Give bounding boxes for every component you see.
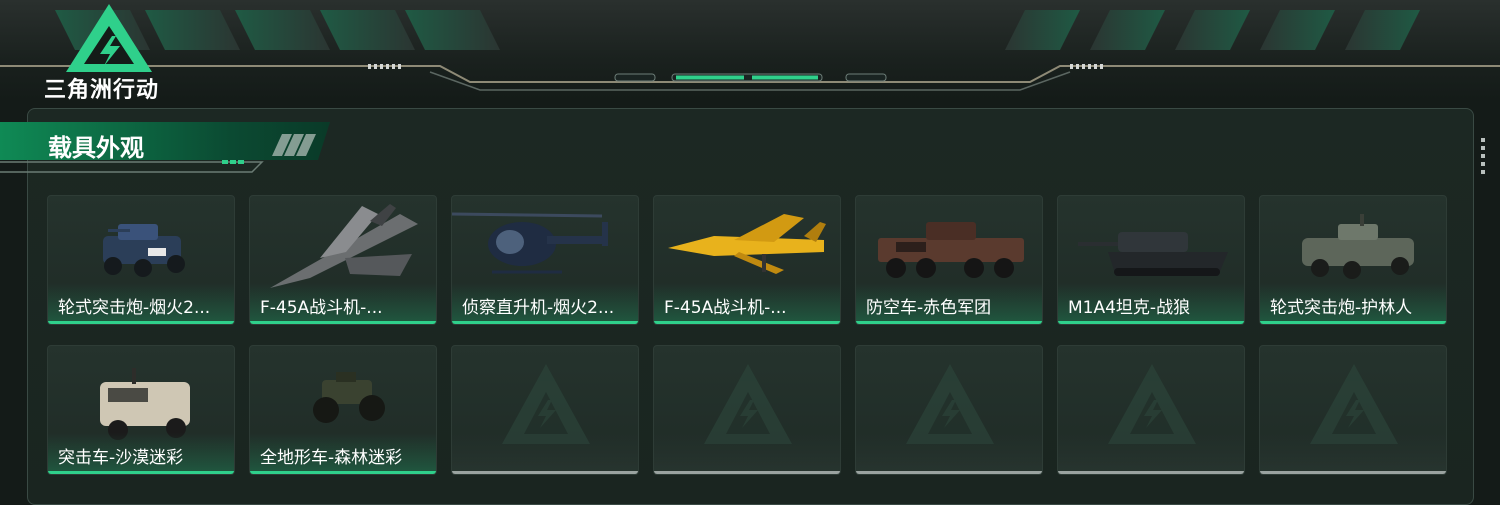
- vehicle-card[interactable]: F-45A战斗机-...: [249, 195, 437, 325]
- slot-bar: [1058, 471, 1244, 474]
- rarity-bar: [48, 471, 234, 474]
- label-background: [654, 433, 840, 471]
- scroll-indicator[interactable]: [1481, 138, 1485, 178]
- empty-slot[interactable]: [855, 345, 1043, 475]
- vehicle-label: M1A4坦克-战狼: [1068, 298, 1191, 318]
- rarity-bar: [250, 471, 436, 474]
- vehicle-card[interactable]: 突击车-沙漠迷彩: [47, 345, 235, 475]
- vehicle-label: 全地形车-森林迷彩: [260, 448, 403, 468]
- slot-bar: [654, 471, 840, 474]
- atv-icon: [313, 372, 385, 423]
- vehicle-label: 侦察直升机-烟火2...: [462, 298, 615, 318]
- vehicle-label: 轮式突击炮-烟火2...: [58, 298, 211, 318]
- rarity-bar: [1058, 321, 1244, 324]
- vehicle-card[interactable]: 轮式突击炮-烟火2...: [47, 195, 235, 325]
- vehicle-label: F-45A战斗机-...: [664, 298, 787, 318]
- section-title: 载具外观: [48, 134, 144, 162]
- anti-air-vehicle-icon: [878, 222, 1024, 278]
- vehicle-label: 突击车-沙漠迷彩: [58, 448, 184, 468]
- vehicle-card[interactable]: 防空车-赤色军团: [855, 195, 1043, 325]
- rarity-bar: [250, 321, 436, 324]
- vehicle-card[interactable]: M1A4坦克-战狼: [1057, 195, 1245, 325]
- vehicle-card[interactable]: 侦察直升机-烟火2...: [451, 195, 639, 325]
- rarity-bar: [856, 321, 1042, 324]
- label-background: [856, 433, 1042, 471]
- slot-bar: [452, 471, 638, 474]
- empty-slot[interactable]: [1259, 345, 1447, 475]
- assault-vehicle-icon: [100, 368, 190, 440]
- wheeled-assault-gun-icon: [1302, 214, 1414, 279]
- empty-slot[interactable]: [451, 345, 639, 475]
- label-background: [1058, 433, 1244, 471]
- label-background: [452, 433, 638, 471]
- vehicle-card[interactable]: F-45A战斗机-...: [653, 195, 841, 325]
- vehicle-card[interactable]: 轮式突击炮-护林人: [1259, 195, 1447, 325]
- header-frame: [0, 64, 1500, 91]
- scout-helicopter-icon: [452, 212, 608, 274]
- slot-bar: [1260, 471, 1446, 474]
- rarity-bar: [48, 321, 234, 324]
- game-logo-text: 三角洲行动: [44, 78, 160, 103]
- slot-bar: [856, 471, 1042, 474]
- empty-slot[interactable]: [1057, 345, 1245, 475]
- wheeled-assault-gun-icon: [103, 224, 185, 277]
- rarity-bar: [1260, 321, 1446, 324]
- vehicle-card[interactable]: 全地形车-森林迷彩: [249, 345, 437, 475]
- rarity-bar: [654, 321, 840, 324]
- empty-slot[interactable]: [653, 345, 841, 475]
- tank-icon: [1078, 232, 1228, 276]
- fighter-jet-icon: [270, 204, 418, 288]
- vehicle-label: F-45A战斗机-...: [260, 298, 383, 318]
- fighter-jet-icon: [668, 214, 826, 274]
- vehicle-label: 防空车-赤色军团: [866, 298, 992, 318]
- rarity-bar: [452, 321, 638, 324]
- label-background: [1260, 433, 1446, 471]
- vehicle-label: 轮式突击炮-护林人: [1270, 298, 1413, 318]
